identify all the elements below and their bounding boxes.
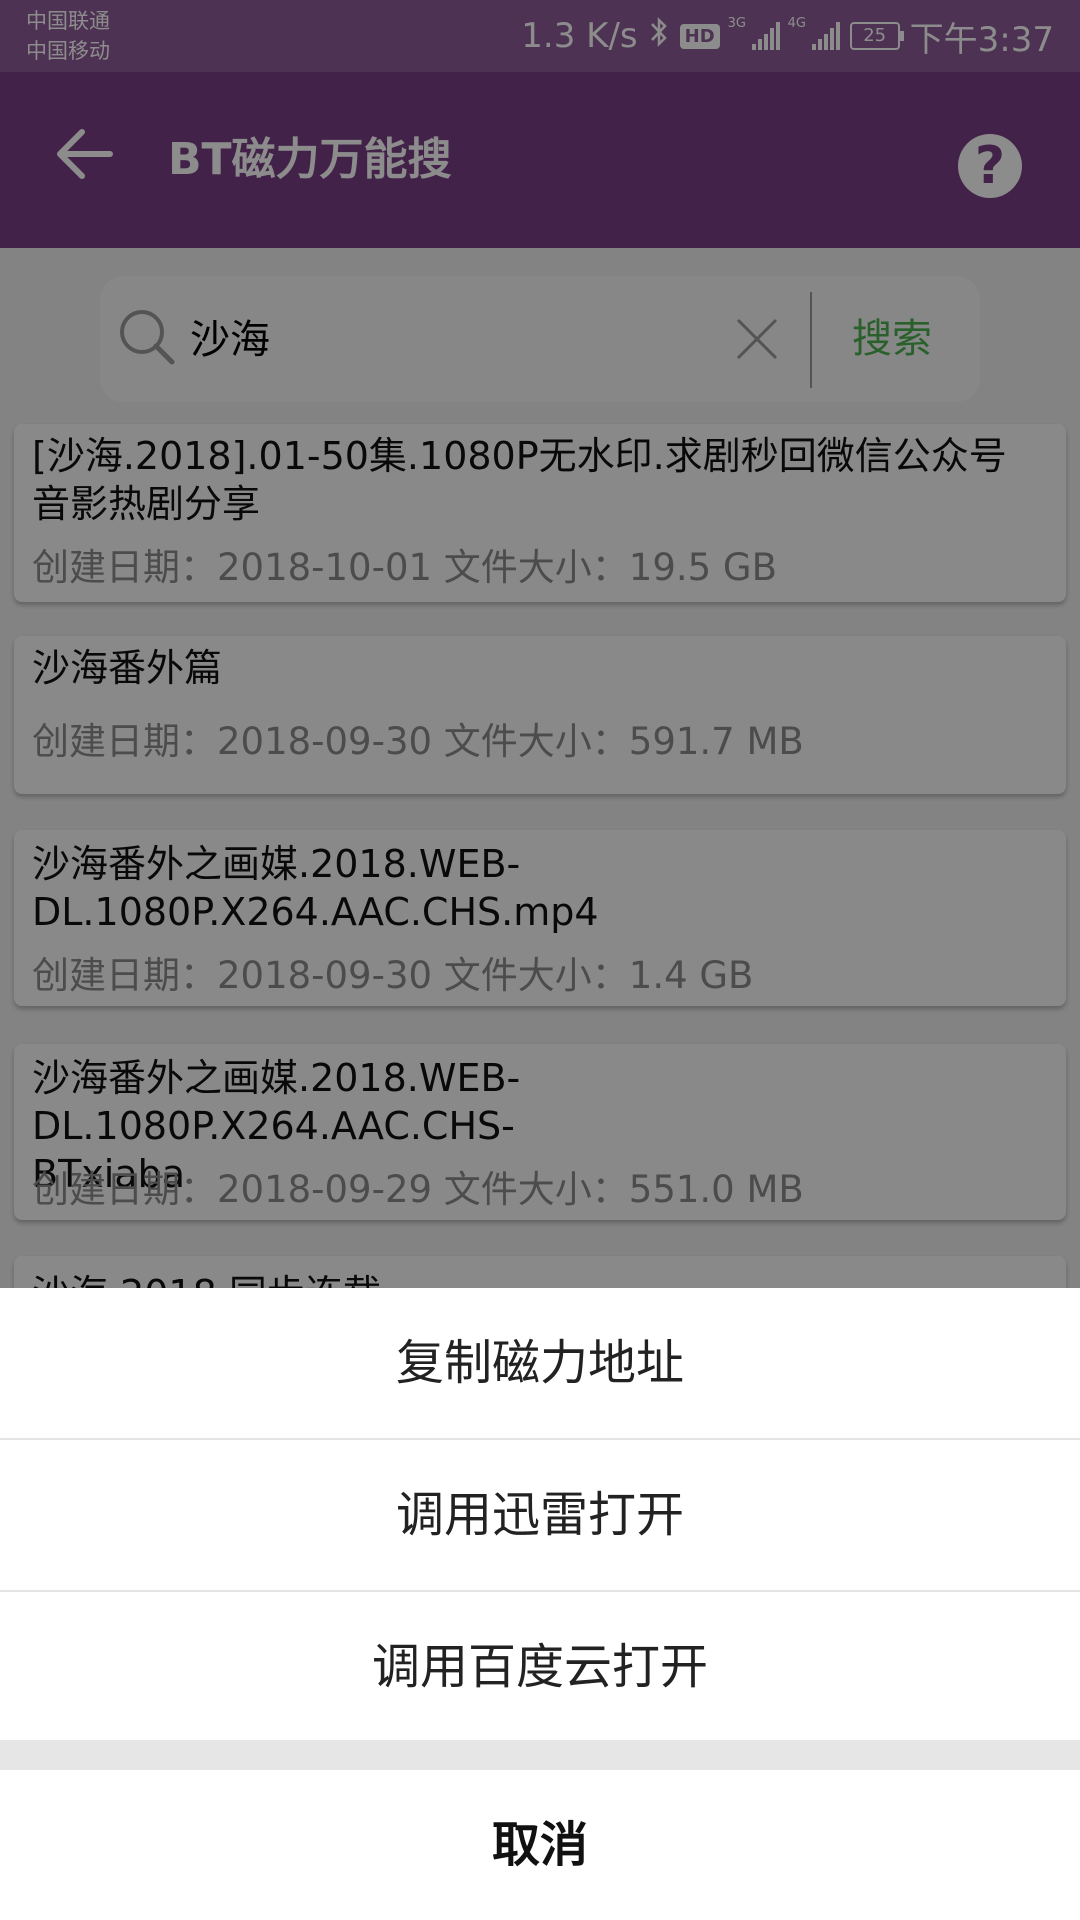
copy-magnet-button[interactable]: 复制磁力地址	[0, 1288, 1080, 1438]
cancel-button[interactable]: 取消	[0, 1770, 1080, 1920]
action-sheet: 复制磁力地址 调用迅雷打开 调用百度云打开 取消	[0, 1288, 1080, 1920]
open-xunlei-button[interactable]: 调用迅雷打开	[0, 1440, 1080, 1590]
open-baidu-cloud-button[interactable]: 调用百度云打开	[0, 1592, 1080, 1742]
sheet-separator	[0, 1740, 1080, 1770]
